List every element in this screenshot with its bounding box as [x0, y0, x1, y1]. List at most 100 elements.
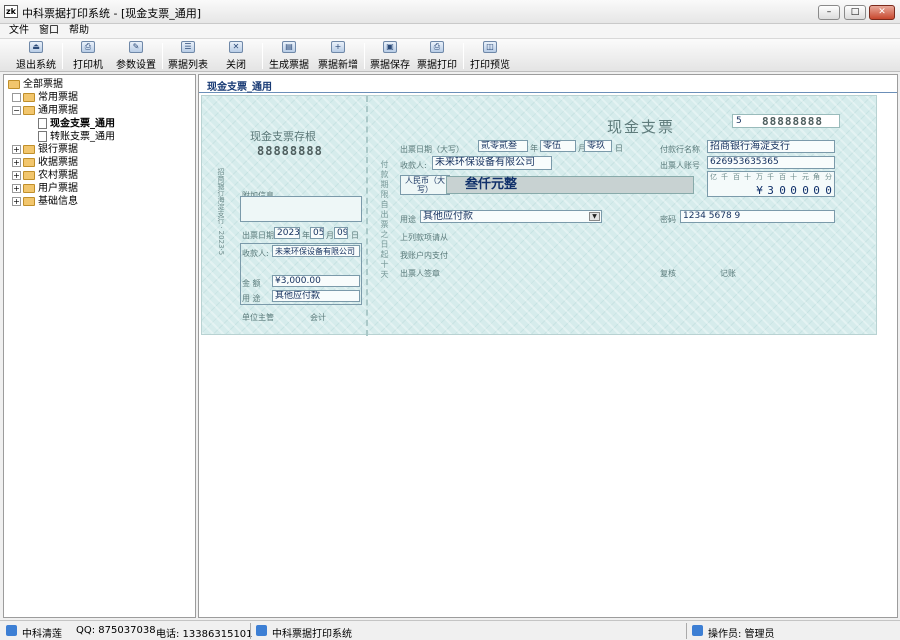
year-words-field[interactable]: 贰零贰叁: [478, 140, 528, 152]
folder-open-icon: [23, 105, 35, 115]
tab-title: 现金支票_通用: [207, 82, 272, 93]
stub-amount-field[interactable]: ¥3,000.00: [272, 275, 360, 287]
ticket-list-button[interactable]: ☰ 票据列表: [166, 41, 210, 71]
currency-label: 人民币（大写）: [400, 175, 450, 195]
menu-help[interactable]: 帮助: [69, 24, 89, 37]
tree-item-receipt[interactable]: + 收据票据: [12, 157, 78, 169]
print-preview-button[interactable]: ◫ 打印预览: [467, 41, 513, 71]
tree-item-bank[interactable]: + 银行票据: [12, 144, 78, 156]
grid-digit: [731, 184, 742, 196]
generate-ticket-button[interactable]: ▤ 生成票据: [266, 41, 312, 71]
status-bar: 中科清莲 QQ: 875037038 电话: 13386315101 中科票据打…: [0, 620, 900, 640]
folder-icon: [23, 196, 35, 206]
grid-digit: 0: [813, 184, 820, 197]
stub-amount-label: 金 额: [242, 279, 261, 288]
expand-icon[interactable]: +: [12, 157, 21, 167]
day-words-field[interactable]: 零玖: [584, 140, 612, 152]
grid-digit: 0: [802, 184, 809, 197]
close-button[interactable]: ✕ 关闭: [222, 41, 250, 71]
chevron-down-icon[interactable]: ▼: [589, 212, 600, 221]
stub-day-unit: 日: [351, 231, 359, 240]
system-icon: [256, 625, 267, 636]
toolbar-divider: [463, 43, 464, 69]
stub-payee-field[interactable]: 未来环保设备有限公司: [272, 245, 360, 257]
tree-item-general[interactable]: − 通用票据: [12, 105, 78, 117]
new-icon: +: [331, 41, 345, 53]
grid-unit: 万: [756, 173, 763, 181]
payment-deadline-notice: 付款期限自出票之日起十天: [380, 160, 389, 280]
folder-icon: [23, 170, 35, 180]
stub-purpose-label: 用 途: [242, 294, 261, 303]
expand-icon[interactable]: +: [12, 170, 21, 180]
status-operator: 操作员: 管理员: [708, 629, 775, 640]
stub-year-field[interactable]: 2023: [274, 227, 300, 239]
cheque-title: 现金支票: [607, 118, 676, 136]
bank-field[interactable]: 招商银行海淀支行: [707, 140, 835, 153]
payee-field[interactable]: 未来环保设备有限公司: [432, 156, 552, 170]
stub-month-field[interactable]: 05: [310, 227, 324, 239]
stub-date-label: 出票日期: [242, 231, 274, 240]
grid-unit: 千: [767, 173, 774, 181]
tree-item-rural[interactable]: + 农村票据: [12, 170, 78, 182]
save-ticket-button[interactable]: ▣ 票据保存: [367, 41, 413, 71]
stub-day-field[interactable]: 09: [334, 227, 348, 239]
amount-words-field[interactable]: 叁仟元整: [446, 176, 694, 194]
grid-unit: 角: [813, 173, 820, 181]
expand-icon[interactable]: +: [12, 196, 21, 206]
printer-button[interactable]: ⎙ 打印机: [70, 41, 106, 71]
folder-open-icon: [8, 79, 20, 89]
print-ticket-button[interactable]: ⎙ 票据打印: [414, 41, 460, 71]
month-words-field[interactable]: 零伍: [540, 140, 576, 152]
document-area: 现金支票_通用 招商银行海淀支行 · 2023·5 现金支票存根 8888888…: [198, 74, 898, 618]
cheque-prefix-digit: 5: [736, 116, 742, 126]
close-window-button[interactable]: ✕: [869, 5, 895, 20]
tree-item-transfer-cheque[interactable]: 转账支票_通用: [38, 131, 115, 143]
date-label: 出票日期（大写）: [400, 145, 464, 154]
purpose-select[interactable]: 其他应付款 ▼: [420, 210, 602, 223]
tree-item-common[interactable]: 常用票据: [12, 92, 78, 104]
grid-unit: 千: [721, 173, 728, 181]
tree-item-basic[interactable]: + 基础信息: [12, 196, 78, 208]
grid-digit: 0: [825, 184, 832, 197]
exit-system-button[interactable]: ⏏ 退出系统: [14, 41, 58, 71]
window-title: 中科票据打印系统 - [现金支票_通用]: [22, 7, 202, 20]
grid-digit: 0: [790, 184, 797, 197]
tree-item-user[interactable]: + 用户票据: [12, 183, 78, 195]
expand-icon[interactable]: [12, 92, 21, 102]
instruction-line-2: 我账户内支付: [400, 251, 448, 260]
grid-digit: ¥: [756, 184, 763, 197]
generate-icon: ▤: [282, 41, 296, 53]
stub-number: 88888888: [257, 144, 323, 158]
document-icon: [38, 131, 47, 142]
menu-window[interactable]: 窗口: [39, 24, 59, 37]
grid-digit: [719, 184, 730, 196]
stub-purpose-field[interactable]: 其他应付款: [272, 290, 360, 302]
grid-unit: 亿: [710, 173, 717, 181]
stub-extra-info-field[interactable]: [240, 196, 362, 222]
folder-icon: [23, 144, 35, 154]
new-ticket-button[interactable]: + 票据新增: [315, 41, 361, 71]
title-bar: zk 中科票据打印系统 - [现金支票_通用] – □ ✕: [0, 0, 900, 24]
password-field[interactable]: 1234 5678 9: [680, 210, 835, 223]
account-field[interactable]: 626953635365: [707, 156, 835, 169]
menu-file[interactable]: 文件: [9, 24, 29, 37]
collapse-icon[interactable]: −: [12, 105, 21, 115]
bank-label: 付款行名称: [660, 145, 700, 154]
close-icon: ✕: [229, 41, 243, 53]
stub-year-unit: 年: [302, 231, 310, 240]
expand-icon[interactable]: +: [12, 144, 21, 154]
grid-unit: 百: [779, 173, 786, 181]
minimize-button[interactable]: –: [818, 5, 840, 20]
maximize-button[interactable]: □: [844, 5, 866, 20]
tree-item-cash-cheque[interactable]: 现金支票_通用: [38, 118, 115, 130]
grid-unit: 元: [802, 173, 809, 181]
exit-icon: ⏏: [29, 41, 43, 53]
parameter-settings-button[interactable]: ✎ 参数设置: [113, 41, 159, 71]
grid-digit: [708, 184, 719, 196]
purpose-label: 用途: [400, 215, 416, 224]
document-tab[interactable]: 现金支票_通用: [199, 75, 897, 93]
cash-cheque-form: 招商银行海淀支行 · 2023·5 现金支票存根 88888888 附加信息 出…: [201, 95, 877, 336]
tree-item-all[interactable]: 全部票据: [8, 79, 63, 91]
expand-icon[interactable]: +: [12, 183, 21, 193]
stub-title: 现金支票存根: [250, 130, 316, 143]
